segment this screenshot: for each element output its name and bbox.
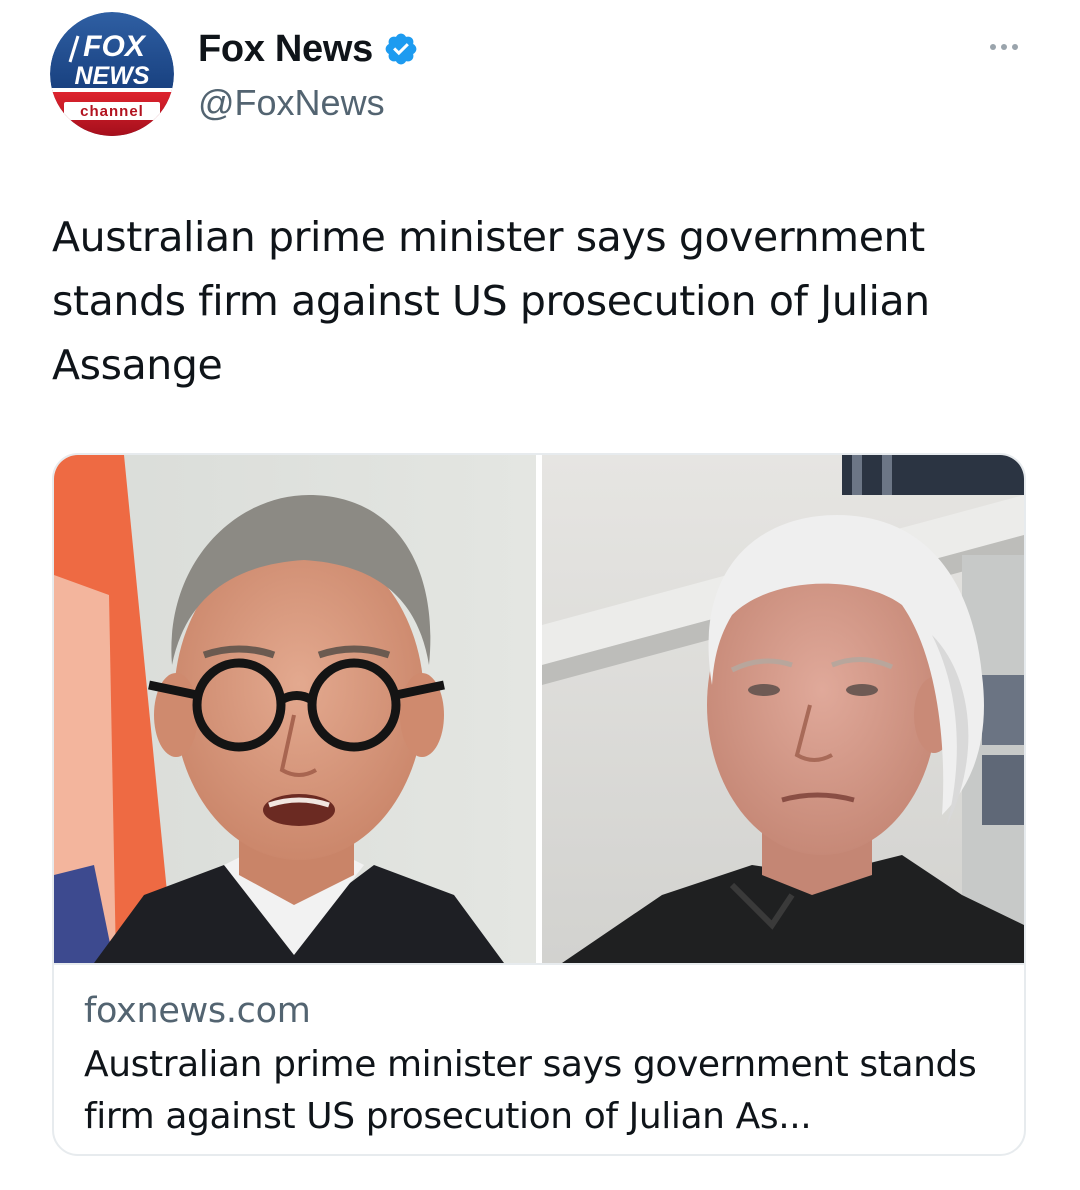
tweet-author: Fox News @FoxNews bbox=[198, 24, 419, 124]
author-handle[interactable]: @FoxNews bbox=[198, 82, 419, 124]
card-title[interactable]: Australian prime minister says governmen… bbox=[84, 1039, 999, 1143]
avatar[interactable]: FOX NEWS channel bbox=[50, 12, 174, 136]
author-name-row: Fox News bbox=[198, 24, 419, 74]
fox-news-channel-logo: FOX NEWS channel bbox=[50, 12, 174, 136]
card-divider bbox=[54, 963, 1024, 965]
svg-text:NEWS: NEWS bbox=[75, 62, 150, 90]
more-options-icon[interactable] bbox=[982, 30, 1026, 64]
svg-text:channel: channel bbox=[80, 103, 144, 120]
tweet-text: Australian prime minister says governmen… bbox=[52, 213, 930, 389]
author-name[interactable]: Fox News bbox=[198, 28, 373, 71]
card-domain[interactable]: foxnews.com bbox=[84, 991, 311, 1031]
card-photo-right bbox=[542, 455, 1024, 963]
verified-badge-icon[interactable] bbox=[383, 31, 419, 67]
card-image bbox=[54, 455, 1024, 963]
link-preview-card[interactable]: foxnews.com Australian prime minister sa… bbox=[52, 453, 1026, 1156]
card-photo-left bbox=[54, 455, 536, 963]
svg-text:FOX: FOX bbox=[83, 30, 147, 63]
